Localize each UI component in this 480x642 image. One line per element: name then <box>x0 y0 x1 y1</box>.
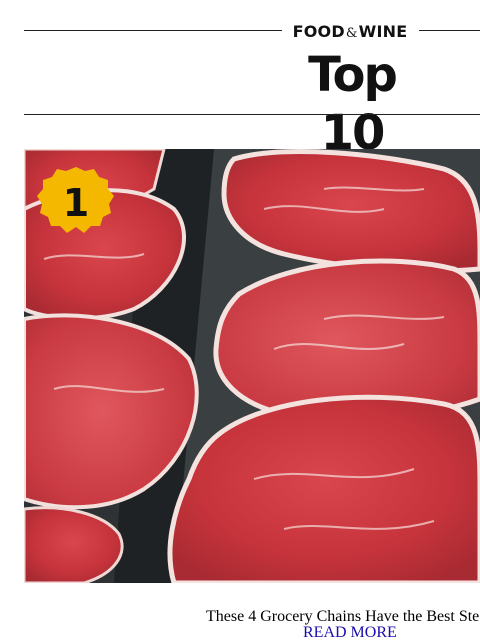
food-and-wine-logo[interactable]: FOOD&WINE <box>282 20 418 44</box>
page-title: Top 10 <box>308 47 398 161</box>
header-bottom-rule <box>24 114 480 115</box>
brand-food: FOOD <box>292 22 345 41</box>
header-rule-left <box>24 30 282 31</box>
hero-image[interactable]: 1 <box>24 149 480 583</box>
brand-ampersand: & <box>345 26 358 41</box>
brand-wine: WINE <box>358 22 408 41</box>
read-more-link[interactable]: READ MORE <box>303 624 397 642</box>
header-rule-right <box>419 30 480 31</box>
rank-badge-number: 1 <box>62 181 90 225</box>
